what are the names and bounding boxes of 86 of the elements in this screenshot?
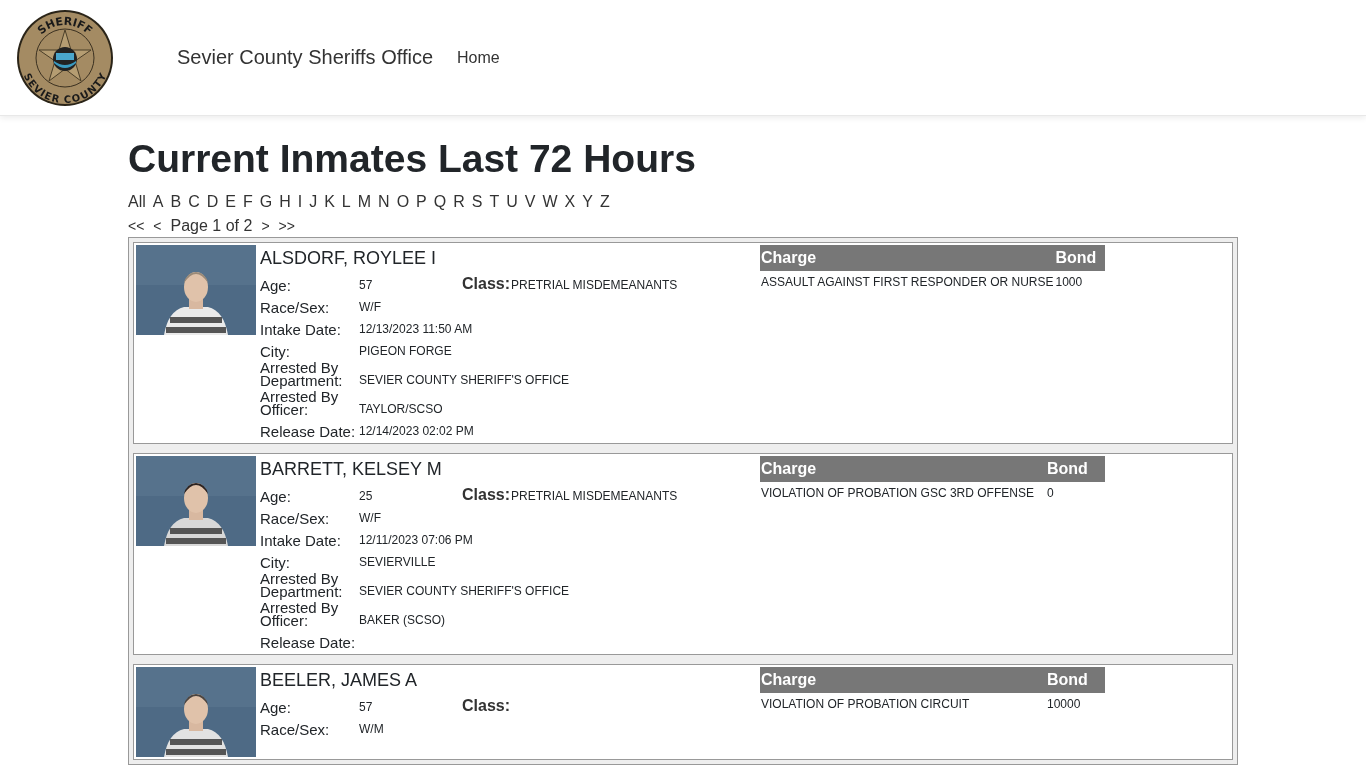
letter-filter-link[interactable]: X xyxy=(564,190,576,214)
letter-filter-link[interactable]: G xyxy=(259,190,273,214)
letter-filter-link[interactable]: K xyxy=(324,190,335,214)
letter-filter-link[interactable]: F xyxy=(242,190,253,214)
previous-page-link[interactable]: < xyxy=(153,214,162,238)
field-label: City: xyxy=(260,556,291,572)
field-value: W/F xyxy=(359,511,381,527)
letter-filter-link[interactable]: B xyxy=(170,190,182,214)
field-value: 57 xyxy=(359,278,374,294)
field-label: Race/Sex: xyxy=(260,723,331,739)
letter-filter-link[interactable]: W xyxy=(542,190,558,214)
letter-filter-link[interactable]: Q xyxy=(433,190,447,214)
letter-filter-link[interactable]: R xyxy=(453,190,465,214)
letter-filter-link[interactable]: H xyxy=(279,190,291,214)
field-value: TAYLOR/SCSO xyxy=(359,402,443,418)
field-label: Intake Date: xyxy=(260,534,342,550)
letter-filter-link[interactable]: T xyxy=(489,190,500,214)
field-label: Class: xyxy=(462,697,511,716)
letter-filter-link[interactable]: E xyxy=(225,190,236,214)
field-label: Arrested By Officer: xyxy=(260,601,339,630)
nav-link[interactable]: Home xyxy=(457,48,500,67)
field-label: Release Date: xyxy=(260,636,357,652)
field-label: Class: xyxy=(462,275,511,294)
letter-filter-link[interactable]: D xyxy=(206,190,219,214)
column-header: Bond xyxy=(1046,667,1105,693)
field-label: Age: xyxy=(260,490,292,506)
field-value: 57 xyxy=(359,700,374,716)
letter-filter-link[interactable]: P xyxy=(416,190,427,214)
table-cell: 1000 xyxy=(1054,271,1105,293)
column-header: Charge xyxy=(760,667,1046,693)
first-page-link[interactable]: << xyxy=(128,214,145,238)
field-value: W/F xyxy=(359,300,381,316)
inmate-name: BEELER, JAMES A xyxy=(260,669,419,692)
field-label: Age: xyxy=(260,701,292,717)
letter-filter-link[interactable]: Z xyxy=(599,190,610,214)
field-label: Race/Sex: xyxy=(260,512,331,528)
letter-filter-link[interactable]: All xyxy=(128,190,146,214)
table-cell: 10000 xyxy=(1046,693,1105,715)
letter-filter-link[interactable]: I xyxy=(297,190,303,214)
field-label: Race/Sex: xyxy=(260,301,331,317)
field-value: 12/14/2023 02:02 PM xyxy=(359,424,474,440)
field-value: PRETRIAL MISDEMEANANTS xyxy=(511,489,678,505)
table-cell: ASSAULT AGAINST FIRST RESPONDER OR NURSE xyxy=(760,271,1055,293)
field-value: SEVIER COUNTY SHERIFF'S OFFICE xyxy=(359,584,570,600)
field-label: City: xyxy=(260,345,291,361)
field-label: Age: xyxy=(260,279,292,295)
letter-filter-link[interactable]: A xyxy=(152,190,164,214)
letter-filter-link[interactable]: U xyxy=(506,190,518,214)
field-label: Release Date: xyxy=(260,425,357,441)
next-page-link[interactable]: > xyxy=(261,214,270,238)
letter-filter-link[interactable]: Y xyxy=(582,190,593,214)
table-cell: VIOLATION OF PROBATION GSC 3RD OFFENSE xyxy=(760,482,1046,504)
column-header: Charge xyxy=(760,245,1055,271)
site-title[interactable]: Sevier County Sheriffs Office xyxy=(177,46,434,69)
letter-filter-link[interactable]: N xyxy=(378,190,390,214)
table-cell: VIOLATION OF PROBATION CIRCUIT xyxy=(760,693,1046,715)
column-header: Bond xyxy=(1054,245,1105,271)
field-label: Arrested By Department: xyxy=(260,572,344,601)
inmate-name: BARRETT, KELSEY M xyxy=(260,458,443,481)
field-value: 25 xyxy=(359,489,374,505)
letter-filter-link[interactable]: V xyxy=(524,190,536,214)
field-value: W/M xyxy=(359,722,384,738)
letter-filter-link[interactable]: C xyxy=(188,190,200,214)
letter-filter-link[interactable]: J xyxy=(309,190,318,214)
letter-filter-link[interactable]: L xyxy=(341,190,351,214)
field-value: BAKER (SCSO) xyxy=(359,613,445,629)
column-header: Bond xyxy=(1046,456,1105,482)
field-value: PIGEON FORGE xyxy=(359,344,452,360)
field-label: Intake Date: xyxy=(260,323,342,339)
page-title: Current Inmates Last 72 Hours xyxy=(128,136,697,182)
letter-filter-link[interactable]: S xyxy=(471,190,483,214)
field-value: 12/11/2023 07:06 PM xyxy=(359,533,473,549)
column-header: Charge xyxy=(760,456,1046,482)
field-label: Arrested By Officer: xyxy=(260,390,339,419)
field-value: SEVIERVILLE xyxy=(359,555,436,571)
last-page-link[interactable]: >> xyxy=(278,214,295,238)
inmate-name: ALSDORF, ROYLEE I xyxy=(260,247,438,270)
letter-filter-link[interactable]: M xyxy=(357,190,372,214)
field-label: Arrested By Department: xyxy=(260,361,344,390)
field-value: SEVIER COUNTY SHERIFF'S OFFICE xyxy=(359,373,570,389)
page-indicator: Page 1 of 2 xyxy=(170,216,253,236)
field-value: 12/13/2023 11:50 AM xyxy=(359,322,473,338)
letter-filter-link[interactable]: O xyxy=(396,190,410,214)
table-cell: 0 xyxy=(1046,482,1105,504)
field-value: PRETRIAL MISDEMEANANTS xyxy=(511,278,678,294)
field-label: Class: xyxy=(462,486,511,505)
